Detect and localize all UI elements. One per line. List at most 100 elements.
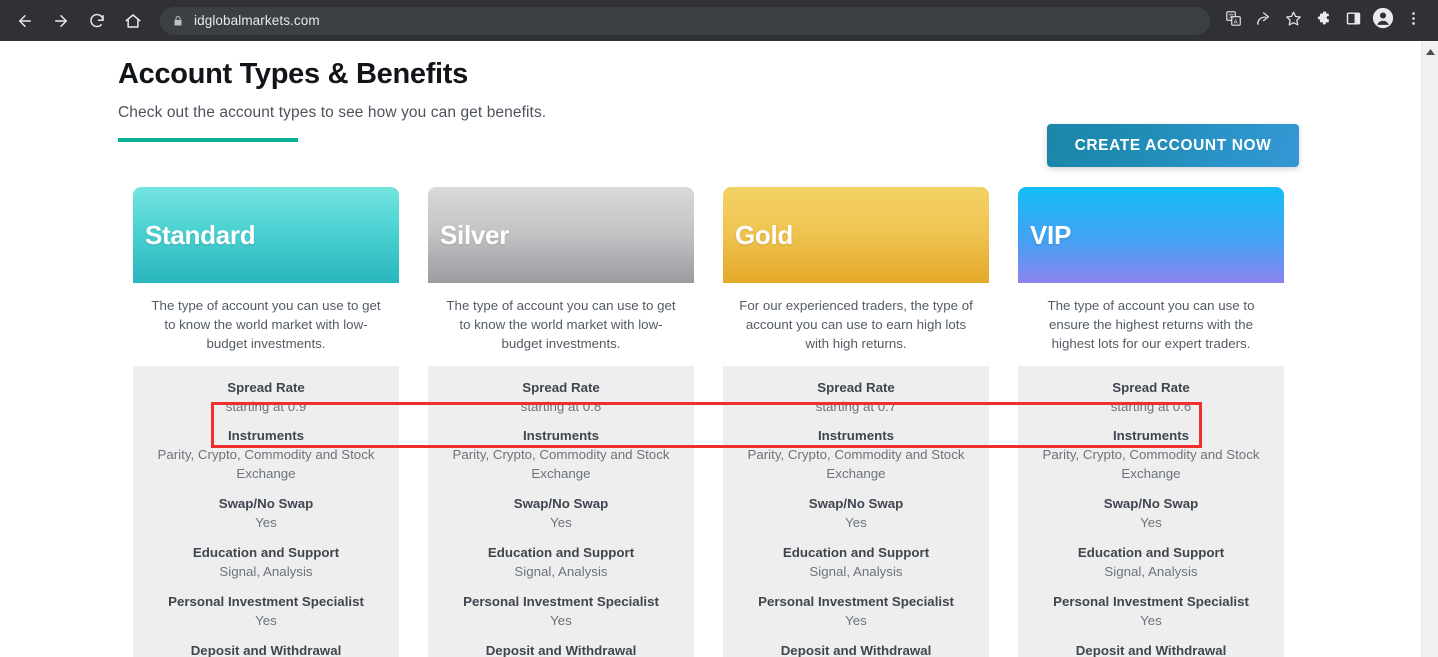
spec-label: Deposit and Withdrawal xyxy=(485,642,637,657)
card-header-gold: Gold xyxy=(723,187,989,283)
scroll-up-button[interactable] xyxy=(1422,46,1438,58)
side-panel-icon xyxy=(1345,10,1362,32)
scroll-up-arrow-icon xyxy=(1425,49,1435,55)
spec-label: Deposit and Withdrawal xyxy=(190,642,342,657)
spec-specialist: Personal Investment Specialist Yes xyxy=(733,592,979,631)
create-account-button[interactable]: CREATE ACCOUNT NOW xyxy=(1047,124,1299,167)
account-card-silver[interactable]: Silver The type of account you can use t… xyxy=(428,187,694,657)
svg-text:A: A xyxy=(1233,19,1237,25)
spec-label: Swap/No Swap xyxy=(513,496,609,512)
spec-value: Yes xyxy=(1140,515,1162,531)
account-card-vip[interactable]: VIP The type of account you can use to e… xyxy=(1018,187,1284,657)
card-header-silver: Silver xyxy=(428,187,694,283)
spec-value: Signal, Analysis xyxy=(1104,563,1198,579)
card-spec-list: Spread Rate starting at 0.9 Instruments … xyxy=(133,365,399,657)
page-title: Account Types & Benefits xyxy=(118,58,468,90)
bookmark-button[interactable] xyxy=(1278,6,1308,36)
spec-label: Instruments xyxy=(522,428,600,444)
page-subtitle: Check out the account types to see how y… xyxy=(118,103,547,121)
spec-label: Spread Rate xyxy=(1112,379,1190,395)
reload-button[interactable] xyxy=(82,6,112,36)
spec-label: Education and Support xyxy=(1077,544,1225,560)
spec-label: Spread Rate xyxy=(817,379,895,395)
spec-value: starting at 0.6 xyxy=(1110,398,1192,414)
spec-instruments: Instruments Parity, Crypto, Commodity an… xyxy=(1028,426,1274,484)
spec-value: Parity, Crypto, Commodity and Stock Exch… xyxy=(1042,447,1260,482)
spec-deposit: Deposit and Withdrawal 24/7 xyxy=(1028,641,1274,657)
spec-label: Deposit and Withdrawal xyxy=(1075,642,1227,657)
spec-swap: Swap/No Swap Yes xyxy=(1028,494,1274,533)
profile-avatar-icon xyxy=(1372,7,1394,34)
spec-label: Education and Support xyxy=(487,544,635,560)
spec-label: Swap/No Swap xyxy=(218,496,314,512)
spec-value: starting at 0.8 xyxy=(520,398,602,414)
account-cards-container: Standard The type of account you can use… xyxy=(133,187,1285,657)
spec-value: Parity, Crypto, Commodity and Stock Exch… xyxy=(452,447,670,482)
spec-value: Signal, Analysis xyxy=(514,563,608,579)
spec-value: Signal, Analysis xyxy=(219,563,313,579)
card-header-vip: VIP xyxy=(1018,187,1284,283)
reload-icon xyxy=(88,12,106,30)
spec-deposit: Deposit and Withdrawal 24/7 xyxy=(438,641,684,657)
spec-label: Instruments xyxy=(817,428,895,444)
lock-icon xyxy=(172,15,184,27)
spec-instruments: Instruments Parity, Crypto, Commodity an… xyxy=(733,426,979,484)
address-bar[interactable]: idglobalmarkets.com xyxy=(160,6,1210,35)
card-spec-list: Spread Rate starting at 0.6 Instruments … xyxy=(1018,365,1284,657)
spec-deposit: Deposit and Withdrawal 24/7 xyxy=(733,641,979,657)
browser-menu-button[interactable] xyxy=(1398,6,1428,36)
spec-label: Personal Investment Specialist xyxy=(758,593,954,609)
spec-spread-rate: Spread Rate starting at 0.7 xyxy=(733,378,979,417)
card-description: The type of account you can use to ensur… xyxy=(1018,283,1284,366)
spec-specialist: Personal Investment Specialist Yes xyxy=(438,592,684,631)
browser-toolbar: idglobalmarkets.com 文A xyxy=(0,0,1438,41)
extensions-puzzle-icon xyxy=(1315,10,1332,32)
spec-education: Education and Support Signal, Analysis xyxy=(143,543,389,582)
spec-value: Yes xyxy=(255,515,277,531)
page-scrollbar[interactable] xyxy=(1421,41,1438,657)
spec-label: Instruments xyxy=(1112,428,1190,444)
spec-instruments: Instruments Parity, Crypto, Commodity an… xyxy=(438,426,684,484)
spec-specialist: Personal Investment Specialist Yes xyxy=(143,592,389,631)
side-panel-button[interactable] xyxy=(1338,6,1368,36)
translate-icon: 文A xyxy=(1225,10,1242,32)
spec-swap: Swap/No Swap Yes xyxy=(438,494,684,533)
spec-value: Parity, Crypto, Commodity and Stock Exch… xyxy=(157,447,375,482)
account-card-gold[interactable]: Gold For our experienced traders, the ty… xyxy=(723,187,989,657)
spec-label: Instruments xyxy=(227,428,305,444)
spec-value: Yes xyxy=(845,515,867,531)
profile-button[interactable] xyxy=(1368,6,1398,36)
spec-label: Personal Investment Specialist xyxy=(168,593,364,609)
back-button[interactable] xyxy=(10,6,40,36)
header-accent-rule xyxy=(118,137,298,142)
card-description: The type of account you can use to get t… xyxy=(133,283,399,366)
account-card-standard[interactable]: Standard The type of account you can use… xyxy=(133,187,399,657)
spec-label: Deposit and Withdrawal xyxy=(780,642,932,657)
card-spec-list: Spread Rate starting at 0.8 Instruments … xyxy=(428,365,694,657)
spec-specialist: Personal Investment Specialist Yes xyxy=(1028,592,1274,631)
page-header: Account Types & Benefits Check out the a… xyxy=(118,57,546,142)
bookmark-star-icon xyxy=(1285,10,1302,32)
spec-education: Education and Support Signal, Analysis xyxy=(1028,543,1274,582)
home-button[interactable] xyxy=(118,6,148,36)
forward-button[interactable] xyxy=(46,6,76,36)
spec-label: Spread Rate xyxy=(227,379,305,395)
spec-value: Signal, Analysis xyxy=(809,563,903,579)
share-button[interactable] xyxy=(1248,6,1278,36)
card-title: VIP xyxy=(1030,219,1072,250)
spec-value: Yes xyxy=(550,515,572,531)
spec-swap: Swap/No Swap Yes xyxy=(143,494,389,533)
card-spec-list: Spread Rate starting at 0.7 Instruments … xyxy=(723,365,989,657)
spec-label: Education and Support xyxy=(192,544,340,560)
card-title: Gold xyxy=(735,219,794,250)
extensions-button[interactable] xyxy=(1308,6,1338,36)
card-header-standard: Standard xyxy=(133,187,399,283)
translate-button[interactable]: 文A xyxy=(1218,6,1248,36)
three-dot-menu-icon xyxy=(1405,10,1422,32)
back-arrow-icon xyxy=(16,12,34,30)
card-title: Silver xyxy=(440,219,510,250)
spec-deposit: Deposit and Withdrawal 24/7 xyxy=(143,641,389,657)
card-title: Standard xyxy=(145,219,256,250)
spec-value: Yes xyxy=(1140,612,1162,628)
spec-value: starting at 0.7 xyxy=(815,398,897,414)
